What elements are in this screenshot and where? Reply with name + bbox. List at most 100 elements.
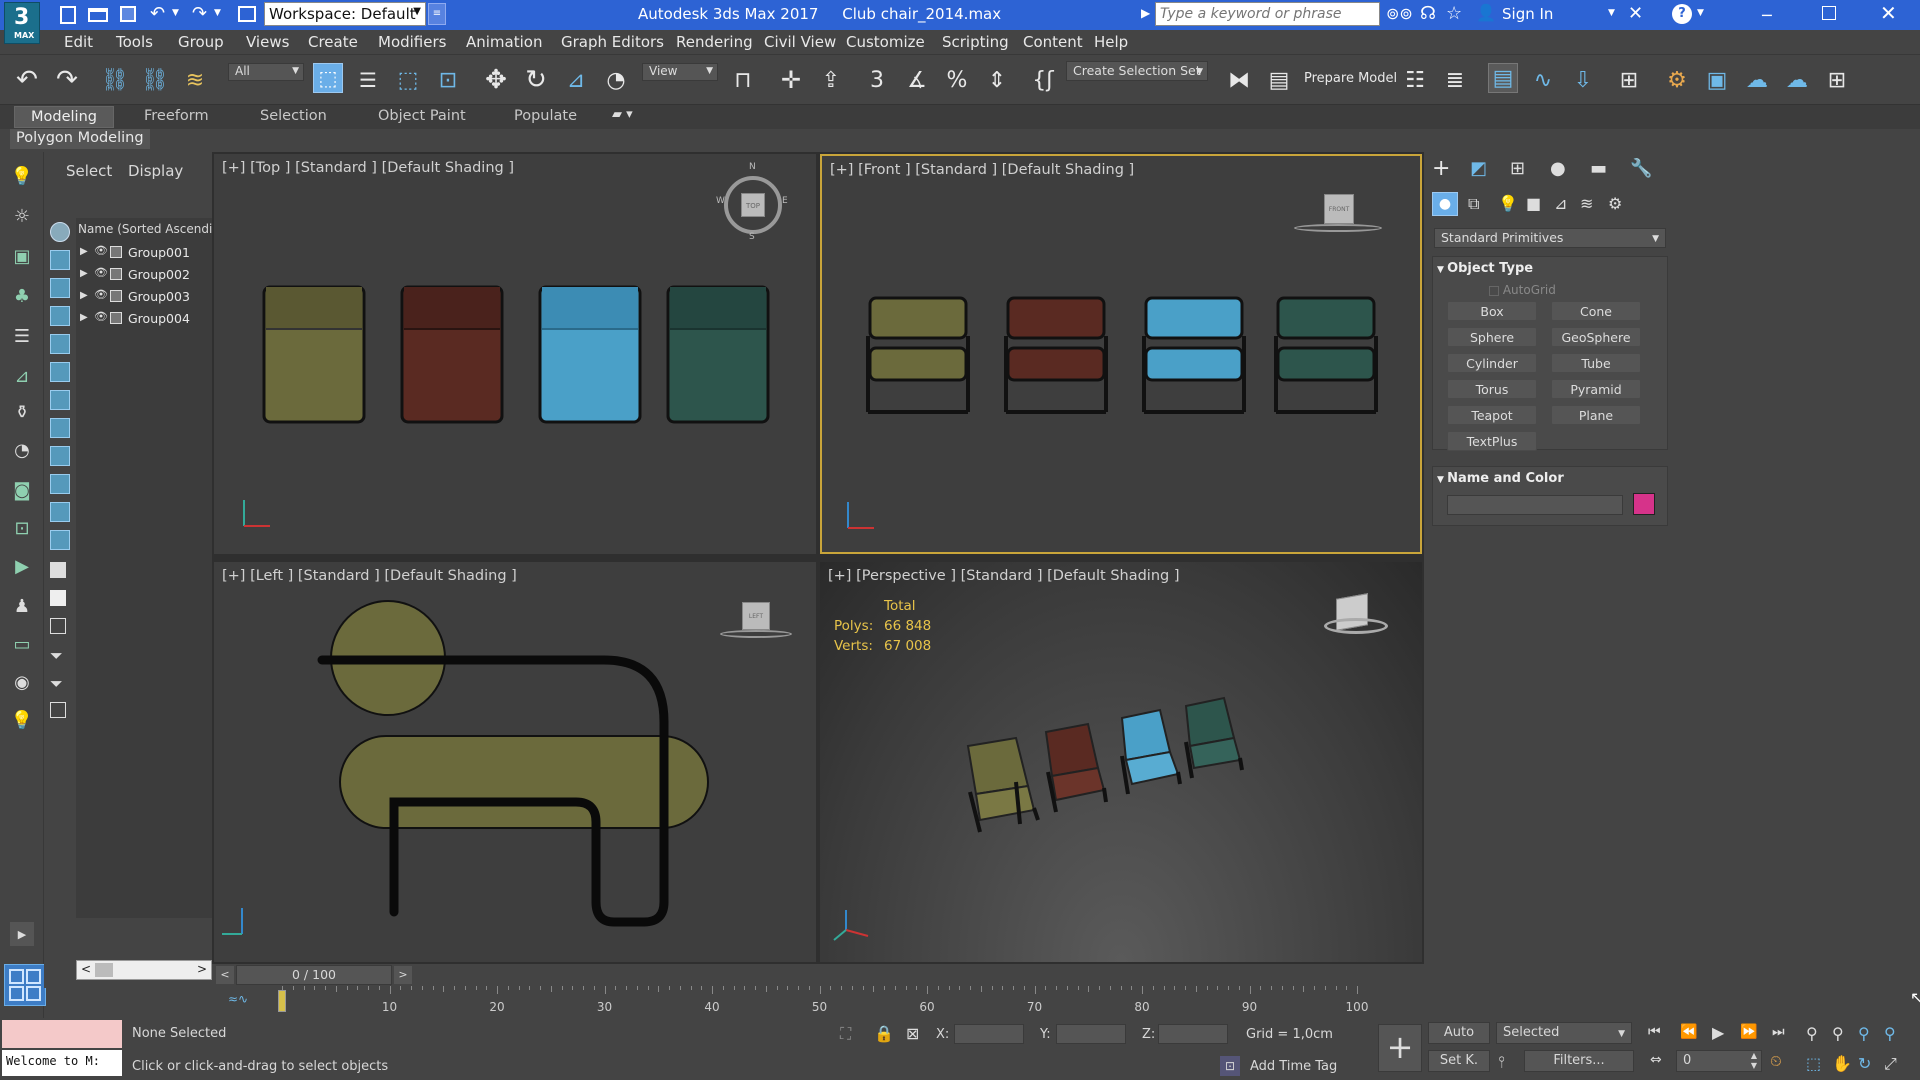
autogrid-checkbox[interactable]: AutoGrid — [1489, 283, 1556, 297]
pyramid-button[interactable]: Pyramid — [1551, 379, 1641, 399]
y-coordinate-field[interactable] — [1056, 1024, 1126, 1044]
workspace-menu-icon[interactable]: ≡ — [428, 3, 446, 25]
cylinder-button[interactable]: Cylinder — [1447, 353, 1537, 373]
bind-space-warp-icon[interactable]: ≋ — [180, 65, 210, 95]
snapshot-icon[interactable]: ◙ — [8, 478, 36, 502]
menu-create[interactable]: Create — [308, 33, 358, 51]
new-file-icon[interactable] — [60, 6, 76, 24]
menu-content[interactable]: Content — [1023, 33, 1083, 51]
set-key-button[interactable]: Set K. — [1428, 1050, 1490, 1072]
select-manipulate-icon[interactable]: ✛ — [776, 65, 806, 95]
selection-filter-dropdown[interactable]: All ▼ — [228, 63, 304, 81]
maxscript-listener-pink[interactable] — [2, 1020, 122, 1048]
redo-dropdown-icon[interactable]: ▼ — [214, 8, 221, 18]
create-tab-icon[interactable]: + — [1432, 156, 1450, 181]
percent-snap-icon[interactable]: % — [942, 65, 972, 95]
primitives-dropdown[interactable]: Standard Primitives ▼ — [1434, 228, 1666, 248]
geometry-category-icon[interactable]: ● — [1432, 192, 1458, 216]
tube-button[interactable]: Tube — [1551, 353, 1641, 373]
go-to-start-icon[interactable]: ⏮ — [1648, 1024, 1661, 1040]
time-next-icon[interactable]: > — [394, 966, 412, 984]
eye-icon[interactable]: ◉ — [8, 670, 36, 694]
communication-icon[interactable]: ☊ — [1420, 3, 1436, 24]
teapot-button[interactable]: Teapot — [1447, 405, 1537, 425]
redo-icon[interactable]: ↷ — [52, 65, 82, 95]
close-icon[interactable]: ✕ — [1880, 1, 1897, 25]
curve-editor-mini-icon[interactable]: ≈∿ — [228, 992, 248, 1006]
modify-tab-icon[interactable]: ◩ — [1470, 158, 1487, 179]
hierarchy-tab-icon[interactable]: ⊞ — [1510, 158, 1525, 179]
spacewarps-filter-icon[interactable] — [50, 362, 70, 382]
scene-row-group003[interactable]: ▶ 👁 Group003 — [76, 286, 212, 308]
save-file-icon[interactable] — [120, 6, 136, 22]
menu-civil-view[interactable]: Civil View — [764, 33, 836, 51]
current-frame-field[interactable]: 0 ▲ ▼ — [1676, 1050, 1762, 1072]
shapes-category-icon[interactable]: ⧉ — [1468, 194, 1479, 214]
box-icon[interactable] — [50, 702, 66, 718]
render-cloud-icon[interactable]: ☁ — [1782, 65, 1812, 95]
geosphere-button[interactable]: GeoSphere — [1551, 327, 1641, 347]
scene-list-header[interactable]: Name (Sorted Ascendi — [78, 222, 212, 236]
textplus-button[interactable]: TextPlus — [1447, 431, 1537, 451]
window-crossing-icon[interactable]: ⊡ — [433, 65, 463, 95]
helpers-filter-icon[interactable] — [50, 334, 70, 354]
sun-icon[interactable]: ☼ — [8, 204, 36, 228]
track-bar[interactable]: ≈∿ 10 20 30 40 50 60 70 80 90 100 — [214, 986, 1424, 1018]
cameras-filter-icon[interactable] — [50, 306, 70, 326]
helpers-category-icon[interactable]: ⊿ — [1554, 194, 1567, 213]
scroll-left-icon[interactable]: < — [81, 962, 91, 976]
isolate-selection-icon[interactable]: ⛶ — [840, 1024, 851, 1044]
add-time-tag[interactable]: Add Time Tag — [1250, 1059, 1337, 1074]
favorites-star-icon[interactable]: ☆ — [1446, 3, 1462, 24]
time-cursor[interactable] — [278, 990, 286, 1012]
object-name-field[interactable] — [1447, 495, 1623, 515]
go-to-end-icon[interactable]: ⏭ — [1772, 1024, 1785, 1040]
spinner-snap-icon[interactable]: ⇕ — [982, 65, 1012, 95]
tab-modeling[interactable]: Modeling — [14, 106, 114, 128]
xrefs-filter-icon[interactable] — [50, 418, 70, 438]
groups-filter-icon[interactable] — [50, 390, 70, 410]
material-editor-icon[interactable]: ⊞ — [1614, 65, 1644, 95]
cone-button[interactable]: Cone — [1551, 301, 1641, 321]
maximize-viewport-icon[interactable]: ⤢ — [1884, 1054, 1897, 1074]
user-icon[interactable]: 👤 — [1476, 3, 1496, 22]
key-filter-icon[interactable]: ⫯ — [1498, 1052, 1505, 1072]
undo-dropdown-icon[interactable]: ▼ — [172, 8, 179, 18]
tab-selection[interactable]: Selection — [260, 108, 327, 124]
visibility-icon[interactable]: 👁 — [94, 266, 108, 279]
link-icon[interactable]: ⛓ — [100, 65, 130, 95]
key-filters-button[interactable]: Filters... — [1524, 1050, 1634, 1072]
search-arrow-icon[interactable]: ▶ — [1141, 6, 1150, 20]
create-selection-set-dropdown[interactable]: Create Selection Set ▼ — [1066, 61, 1208, 81]
people-icon[interactable]: ♟ — [8, 594, 36, 618]
reference-coordinate-dropdown[interactable]: View ▼ — [642, 63, 718, 81]
expand-icon[interactable]: ▶ — [80, 290, 88, 301]
name-and-color-header[interactable]: ▼ Name and Color — [1437, 471, 1564, 486]
field-of-view-icon[interactable]: ⬚ — [1806, 1054, 1821, 1073]
undo-icon[interactable]: ↶ — [12, 65, 42, 95]
spacewarp-icon[interactable]: ⚱ — [8, 400, 36, 424]
zoom-all-icon[interactable]: ⚲ — [1832, 1024, 1844, 1043]
scroll-right-icon[interactable]: > — [197, 962, 207, 976]
frozen-filter-icon[interactable] — [50, 502, 70, 522]
schematic-view-icon[interactable]: ⇩ — [1568, 65, 1598, 95]
camera-icon[interactable]: ▣ — [8, 244, 36, 268]
expand-panel-icon[interactable]: ▶ — [10, 922, 34, 946]
object-type-header[interactable]: ▼ Object Type — [1437, 261, 1533, 276]
ribbon-toggle-icon[interactable]: ▤ — [1488, 63, 1518, 93]
spacewarps-category-icon[interactable]: ≋ — [1580, 194, 1593, 213]
rectangular-region-icon[interactable]: ⬚ — [393, 65, 423, 95]
expand-icon[interactable]: ▶ — [80, 268, 88, 279]
pan-icon[interactable]: ✋ — [1832, 1054, 1852, 1073]
snaps-toggle-icon[interactable]: 3 — [862, 65, 892, 95]
menu-graph-editors[interactable]: Graph Editors — [561, 33, 664, 51]
menu-help[interactable]: Help — [1094, 33, 1128, 51]
lights-filter-icon[interactable] — [50, 278, 70, 298]
binoculars-icon[interactable]: ⊚⊚ — [1386, 4, 1413, 23]
minimize-icon[interactable]: ─ — [1762, 6, 1772, 25]
x-coordinate-field[interactable] — [954, 1024, 1024, 1044]
app-logo[interactable]: 3 MAX — [4, 2, 40, 44]
zoom-extents-all-icon[interactable]: ⚲ — [1884, 1024, 1896, 1043]
edit-named-selection-icon[interactable]: {ʃ — [1028, 65, 1058, 95]
tab-object-paint[interactable]: Object Paint — [378, 108, 466, 124]
